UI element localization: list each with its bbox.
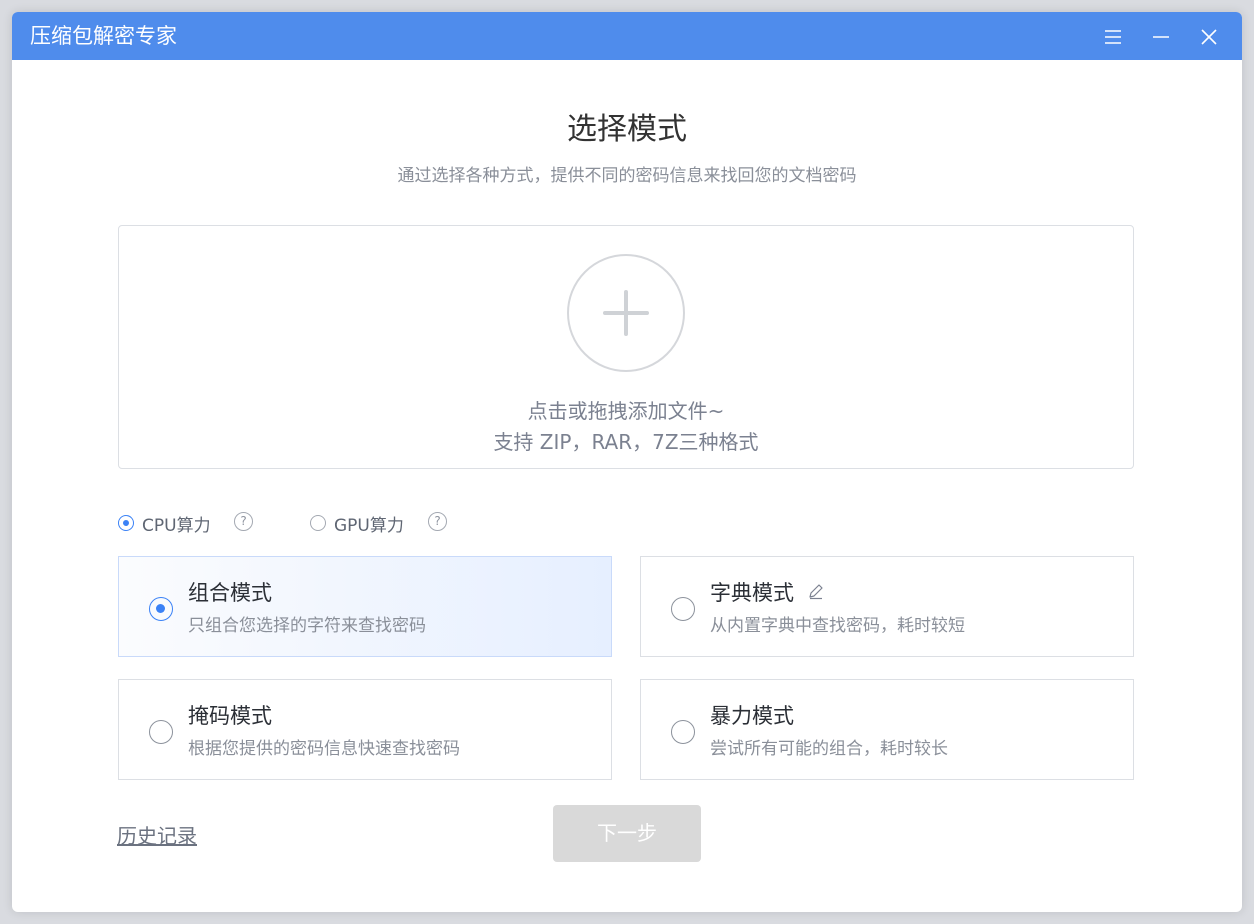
mode-card-bruteforce[interactable]: 暴力模式 尝试所有可能的组合，耗时较长 [640, 679, 1134, 780]
mode-radio-mask[interactable] [149, 720, 173, 744]
mode-title: 组合模式 [188, 581, 272, 605]
close-icon [1201, 29, 1217, 45]
mode-radio-combination[interactable] [149, 597, 173, 621]
cpu-radio[interactable] [118, 515, 134, 531]
gpu-compute-option[interactable]: GPU算力 [310, 511, 404, 536]
mode-desc: 尝试所有可能的组合，耗时较长 [710, 739, 948, 759]
gpu-radio[interactable] [310, 515, 326, 531]
mode-desc: 根据您提供的密码信息快速查找密码 [188, 739, 460, 759]
gpu-compute-label: GPU算力 [334, 515, 404, 536]
mode-card-dictionary[interactable]: 字典模式 从内置字典中查找密码，耗时较短 [640, 556, 1134, 657]
gpu-help-icon[interactable]: ? [428, 512, 447, 531]
minimize-button[interactable] [1148, 24, 1174, 50]
plus-icon[interactable] [567, 254, 685, 372]
minimize-icon [1153, 36, 1169, 38]
mode-desc: 只组合您选择的字符来查找密码 [188, 616, 426, 636]
mode-title: 暴力模式 [710, 704, 794, 728]
file-dropzone[interactable]: 点击或拖拽添加文件~ 支持 ZIP，RAR，7Z三种格式 [118, 225, 1134, 469]
cpu-compute-option[interactable]: CPU算力 [118, 511, 211, 536]
page-title: 选择模式 [567, 112, 687, 147]
page-subtitle: 通过选择各种方式，提供不同的密码信息来找回您的文档密码 [397, 166, 857, 186]
menu-icon [1105, 30, 1121, 44]
mode-desc: 从内置字典中查找密码，耗时较短 [710, 616, 965, 636]
title-bar: 压缩包解密专家 [12, 12, 1242, 60]
cpu-help-icon[interactable]: ? [234, 512, 253, 531]
app-title: 压缩包解密专家 [30, 24, 177, 48]
mode-radio-bruteforce[interactable] [671, 720, 695, 744]
mode-radio-dictionary[interactable] [671, 597, 695, 621]
next-button[interactable]: 下一步 [553, 805, 701, 862]
dropzone-hint: 点击或拖拽添加文件~ [527, 399, 725, 423]
dropzone-formats: 支持 ZIP，RAR，7Z三种格式 [493, 430, 759, 454]
close-button[interactable] [1196, 24, 1222, 50]
mode-card-combination[interactable]: 组合模式 只组合您选择的字符来查找密码 [118, 556, 612, 657]
mode-card-mask[interactable]: 掩码模式 根据您提供的密码信息快速查找密码 [118, 679, 612, 780]
edit-icon[interactable] [807, 582, 825, 600]
app-window: 压缩包解密专家 选择模式 通过选择各种方式，提供不同的密码信息来找回您的文档密码… [12, 12, 1242, 912]
mode-title: 字典模式 [710, 581, 794, 605]
mode-title: 掩码模式 [188, 704, 272, 728]
menu-button[interactable] [1100, 24, 1126, 50]
cpu-compute-label: CPU算力 [142, 515, 211, 536]
history-link[interactable]: 历史记录 [117, 823, 197, 849]
